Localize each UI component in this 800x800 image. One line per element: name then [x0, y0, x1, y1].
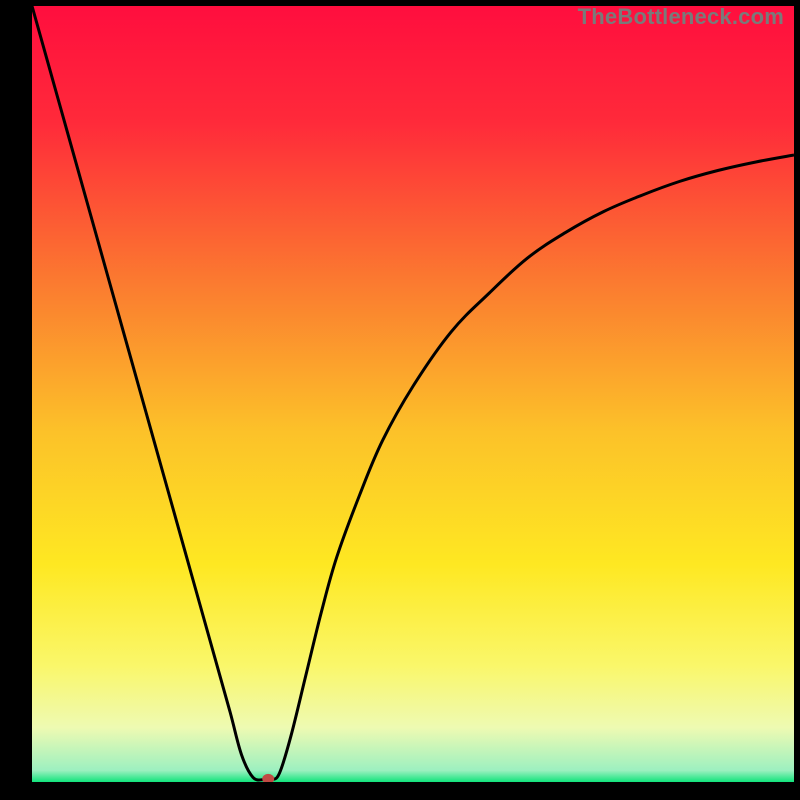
plot-background	[32, 6, 794, 782]
watermark-text: TheBottleneck.com	[578, 4, 784, 30]
chart-canvas	[0, 0, 800, 800]
bottleneck-chart: TheBottleneck.com	[0, 0, 800, 800]
min-point-marker	[262, 774, 274, 784]
